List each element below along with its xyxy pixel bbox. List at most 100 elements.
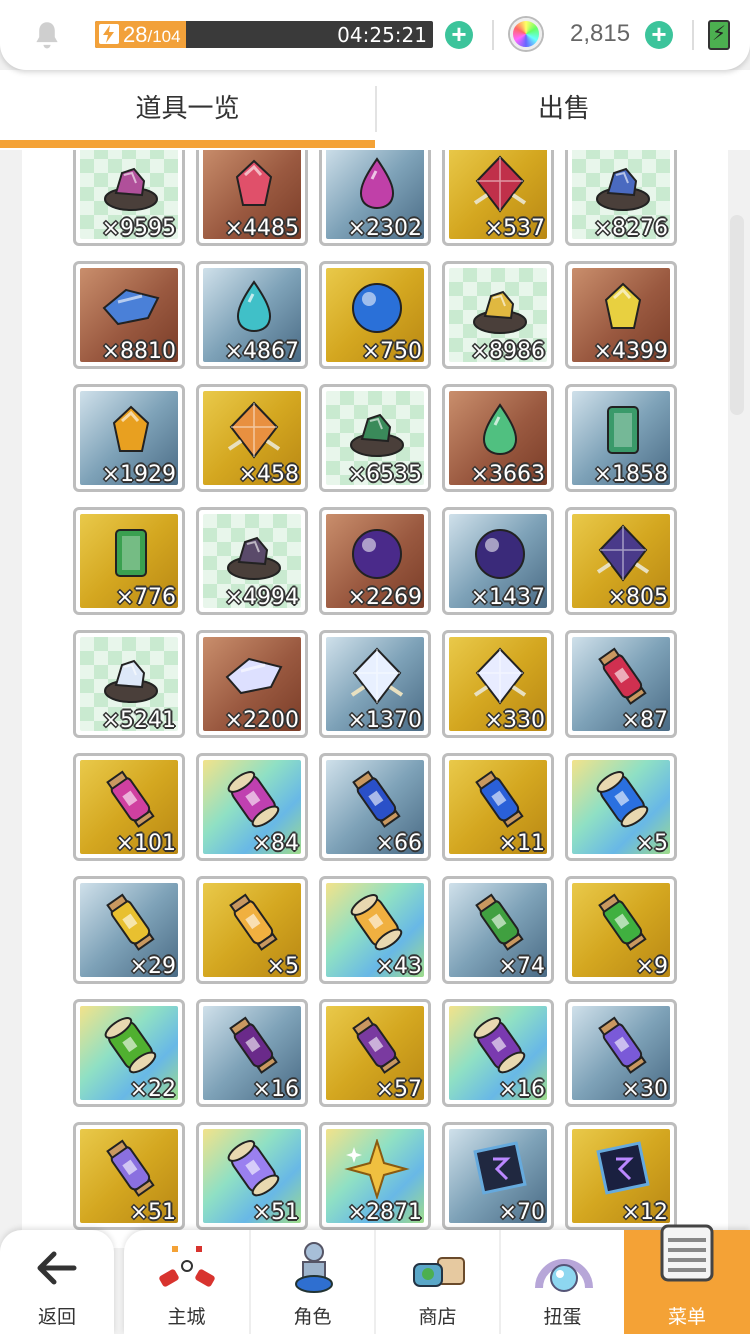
inventory-item[interactable]: ×43 (319, 876, 431, 984)
potion-icon (229, 1016, 278, 1074)
nav-item-character[interactable]: 角色 (249, 1230, 374, 1334)
potion-icon (598, 893, 647, 951)
inventory-item[interactable]: ×2269 (319, 507, 431, 615)
nav-item-castle[interactable]: 主城 (124, 1230, 249, 1334)
inventory-item[interactable]: ×4867 (196, 261, 308, 369)
item-count: ×1370 (347, 708, 422, 733)
inventory-item[interactable]: ×4399 (565, 261, 677, 369)
inventory-item[interactable]: ×5241 (73, 630, 185, 738)
item-count: ×8986 (470, 339, 545, 364)
inventory-item[interactable]: ×11 (442, 753, 554, 861)
gem-icon (604, 282, 642, 329)
nav-label: 商店 (418, 1307, 457, 1328)
scroll-icon (596, 771, 649, 828)
lightning-icon (99, 24, 119, 44)
tab-item-list[interactable]: 道具一览 (0, 70, 375, 150)
scroll-icon (104, 1017, 157, 1074)
inventory-item[interactable]: ×2302 (319, 138, 431, 246)
potion-icon (598, 1016, 647, 1074)
item-count: ×30 (621, 1077, 668, 1102)
scrollbar[interactable] (730, 215, 744, 415)
item-count: ×4994 (224, 585, 299, 610)
nav-bar: 主城 角色 商店 扭蛋 菜单 (124, 1224, 750, 1334)
inventory-item[interactable]: ×3663 (442, 384, 554, 492)
inventory-item[interactable]: ×12 (565, 1122, 677, 1230)
item-count: ×805 (607, 585, 668, 610)
bar-icon (607, 406, 639, 454)
item-count: ×74 (498, 954, 545, 979)
inventory-item[interactable]: ×8810 (73, 261, 185, 369)
inventory-item[interactable]: ×87 (565, 630, 677, 738)
inventory-item[interactable]: ×2871 (319, 1122, 431, 1230)
inventory-item[interactable]: ×9595 (73, 138, 185, 246)
inventory-item[interactable]: ×1858 (565, 384, 677, 492)
tab-sell[interactable]: 出售 (378, 70, 750, 150)
add-stamina-button[interactable]: + (445, 21, 473, 49)
shard-icon (225, 657, 283, 695)
potion-icon (475, 893, 524, 951)
divider (692, 20, 694, 50)
inventory-item[interactable]: ×29 (73, 876, 185, 984)
battery-icon: ⚡ (708, 20, 730, 50)
inventory-item[interactable]: ×537 (442, 138, 554, 246)
inventory-item[interactable]: ×8986 (442, 261, 554, 369)
item-count: ×51 (252, 1200, 299, 1225)
inventory-item[interactable]: ×750 (319, 261, 431, 369)
inventory-item[interactable]: ×84 (196, 753, 308, 861)
ore-icon (104, 167, 158, 211)
potion-icon (106, 893, 155, 951)
item-count: ×2269 (347, 585, 422, 610)
inventory-item[interactable]: ×330 (442, 630, 554, 738)
inventory-item[interactable]: ×1370 (319, 630, 431, 738)
inventory-item[interactable]: ×4994 (196, 507, 308, 615)
inventory-item[interactable]: ×6535 (319, 384, 431, 492)
inventory-item[interactable]: ×805 (565, 507, 677, 615)
stamina-value: 28/104 (123, 22, 181, 47)
gem-icon (235, 159, 273, 206)
inventory-item[interactable]: ×51 (73, 1122, 185, 1230)
item-count: ×101 (115, 831, 176, 856)
inventory-item[interactable]: ×1929 (73, 384, 185, 492)
inventory-item[interactable]: ×4485 (196, 138, 308, 246)
inventory-item[interactable]: ×70 (442, 1122, 554, 1230)
inventory-item[interactable]: ×101 (73, 753, 185, 861)
item-count: ×12 (621, 1200, 668, 1225)
inventory-item[interactable]: ×66 (319, 753, 431, 861)
inventory-item[interactable]: ×51 (196, 1122, 308, 1230)
inventory-item[interactable]: ×458 (196, 384, 308, 492)
ore-icon (227, 536, 281, 580)
star-icon (344, 1139, 410, 1199)
item-count: ×750 (361, 339, 422, 364)
inventory-item[interactable]: ×5 (565, 753, 677, 861)
item-count: ×2200 (224, 708, 299, 733)
item-count: ×29 (129, 954, 176, 979)
item-count: ×9595 (101, 216, 176, 241)
item-count: ×1929 (101, 462, 176, 487)
inventory-item[interactable]: ×57 (319, 999, 431, 1107)
inventory-item[interactable]: ×776 (73, 507, 185, 615)
back-button[interactable]: 返回 (0, 1230, 114, 1334)
bell-icon[interactable] (30, 18, 64, 52)
inventory-item[interactable]: ×16 (442, 999, 554, 1107)
item-count: ×66 (375, 831, 422, 856)
potion-icon (106, 1139, 155, 1197)
inventory-item[interactable]: ×30 (565, 999, 677, 1107)
inventory-item[interactable]: ×2200 (196, 630, 308, 738)
inventory-item[interactable]: ×1437 (442, 507, 554, 615)
active-tab-indicator (0, 140, 375, 148)
item-count: ×2871 (347, 1200, 422, 1225)
nav-item-menu[interactable]: 菜单 (624, 1224, 750, 1334)
inventory-item[interactable]: ×16 (196, 999, 308, 1107)
back-label: 返回 (37, 1307, 76, 1328)
inventory-item[interactable]: ×8276 (565, 138, 677, 246)
nav-item-gacha[interactable]: 扭蛋 (499, 1230, 624, 1334)
add-currency-button[interactable]: + (645, 21, 673, 49)
inventory-item[interactable]: ×22 (73, 999, 185, 1107)
nav-item-shop[interactable]: 商店 (374, 1230, 499, 1334)
inventory-item[interactable]: ×74 (442, 876, 554, 984)
scroll-icon (227, 1140, 280, 1197)
item-count: ×16 (252, 1077, 299, 1102)
inventory-item[interactable]: ×5 (196, 876, 308, 984)
inventory-item[interactable]: ×9 (565, 876, 677, 984)
game-screen: { "status": { "stamina_current": "28", "… (0, 0, 750, 1334)
